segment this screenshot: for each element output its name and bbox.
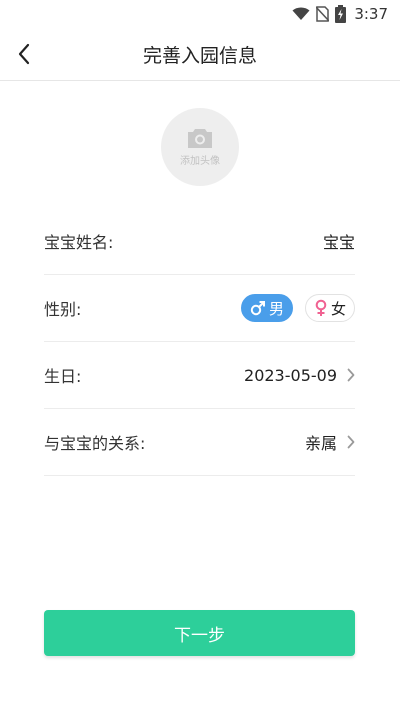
wifi-icon [292,7,310,21]
title-bar: 完善入园信息 [0,28,400,81]
chevron-left-icon [17,43,31,65]
gender-male-label: 男 [268,299,284,318]
gender-male-button[interactable]: 男 [240,294,293,322]
birthday-value-group: 2023-05-09 [244,366,355,385]
enrollment-form: 宝宝姓名: 宝宝 性别: 男 女 生日: 2023-05-09 与宝宝的关系: … [44,208,355,476]
male-symbol-icon [250,300,266,316]
status-bar: 3:37 [0,0,400,28]
birthday-row[interactable]: 生日: 2023-05-09 [44,342,355,409]
gender-label: 性别: [44,300,82,319]
relation-value-group: 亲属 [305,430,355,454]
birthday-label: 生日: [44,367,82,386]
avatar-label: 添加头像 [180,156,220,167]
name-label: 宝宝姓名: [44,233,114,252]
chevron-right-icon [347,435,355,449]
back-button[interactable] [10,40,38,68]
female-symbol-icon [314,299,328,317]
add-avatar-button[interactable]: 添加头像 [161,108,239,186]
birthday-value: 2023-05-09 [244,365,337,385]
no-sim-icon [316,6,330,22]
battery-charging-icon [335,5,347,23]
status-time: 3:37 [354,5,388,23]
name-value[interactable]: 宝宝 [323,229,355,253]
gender-row: 性别: 男 女 [44,275,355,342]
gender-selector: 男 女 [240,294,355,322]
gender-female-button[interactable]: 女 [304,294,355,322]
gender-female-label: 女 [330,299,346,318]
relation-row[interactable]: 与宝宝的关系: 亲属 [44,409,355,476]
camera-icon [186,127,214,149]
chevron-right-icon [347,368,355,382]
name-row[interactable]: 宝宝姓名: 宝宝 [44,208,355,275]
page-title: 完善入园信息 [142,44,257,67]
relation-value: 亲属 [304,434,337,453]
relation-label: 与宝宝的关系: [44,434,146,453]
next-step-button[interactable]: 下一步 [44,610,355,656]
